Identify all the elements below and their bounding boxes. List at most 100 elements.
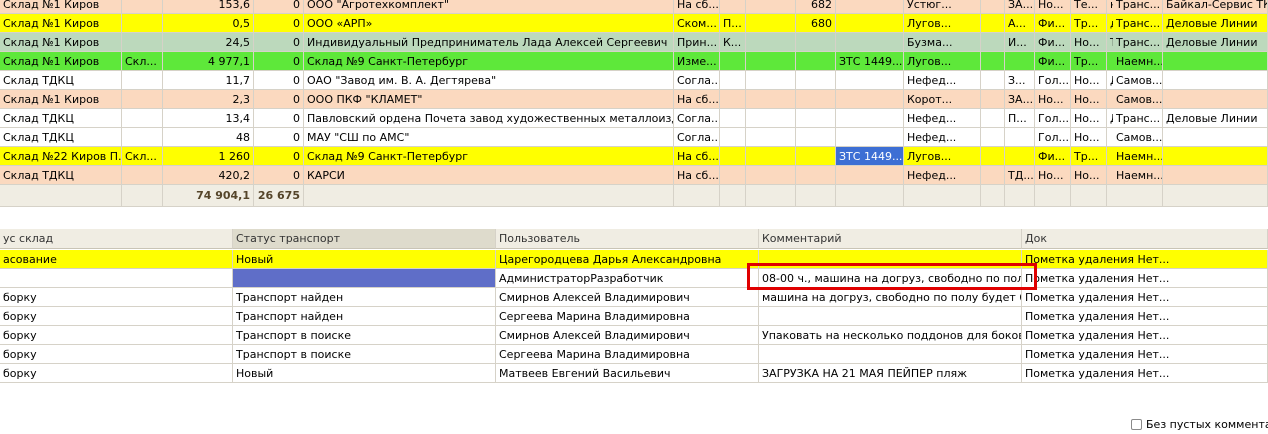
table-cell: Корот... xyxy=(904,90,981,109)
table-cell: 11,7 xyxy=(163,71,254,90)
comment-cell: Царегородцева Дарья Александровна xyxy=(496,250,759,269)
col-header-doc[interactable]: Док xyxy=(1022,229,1268,249)
table-cell: Транс... xyxy=(1113,109,1163,128)
table-cell: Но... xyxy=(1071,71,1107,90)
table-cell: Байкал-Сервис ТК xyxy=(1163,0,1268,14)
table-cell: Индивидуальный Предприниматель Лада Алек… xyxy=(304,33,674,52)
table-cell: Склад №1 Киров xyxy=(0,0,122,14)
comment-row[interactable]: АдминистраторРазработчик 08-00 ч., машина… xyxy=(0,269,1268,288)
table-cell: Скл... xyxy=(122,52,163,71)
comment-cell: Пометка удаления Нет... xyxy=(1022,326,1268,345)
table-cell xyxy=(720,166,746,185)
table-cell: Самов... xyxy=(1113,90,1163,109)
table-cell: 0 xyxy=(254,147,304,166)
table-cell: 48 xyxy=(163,128,254,147)
table-row[interactable]: Склад №1 Киров Скл... 4 977,1 0 Склад №9 Сан… xyxy=(0,52,1268,71)
comment-row[interactable]: борку Транспорт найден Сергеева Марина Вла… xyxy=(0,307,1268,326)
table-row[interactable]: Склад №1 Киров 2,3 0 ООО ПКФ "КЛАМЕТ" На сб.… xyxy=(0,90,1268,109)
table-cell: Фи... xyxy=(1035,14,1071,33)
table-cell: Тр... xyxy=(1071,147,1107,166)
table-cell xyxy=(1163,71,1268,90)
table-cell: Деловые Линии xyxy=(1163,109,1268,128)
table-cell xyxy=(981,90,1005,109)
table-cell xyxy=(746,52,796,71)
comment-cell: борку xyxy=(0,288,233,307)
col-header-user[interactable]: Пользователь xyxy=(496,229,759,249)
table-row[interactable]: Склад №1 Киров 153,6 0 ООО "Агротехкомплект… xyxy=(0,0,1268,14)
table-cell: 0 xyxy=(254,14,304,33)
table-row[interactable]: Склад ТДКЦ 420,2 0 КАРСИ На сб... Нефед... ТД.… xyxy=(0,166,1268,185)
table-cell xyxy=(796,71,836,90)
comment-row[interactable]: борку Новый Матвеев Евгений Васильевич ЗАГР… xyxy=(0,364,1268,383)
comment-cell: Сергеева Марина Владимировна xyxy=(496,345,759,364)
total-cell xyxy=(1071,185,1107,207)
table-cell xyxy=(720,71,746,90)
total-cell xyxy=(0,185,122,207)
comment-cell: Пометка удаления Нет... xyxy=(1022,345,1268,364)
table-row[interactable]: Склад ТДКЦ 13,4 0 Павловский ордена Почета … xyxy=(0,109,1268,128)
table-cell: На сб... xyxy=(674,0,720,14)
total-cell xyxy=(1005,185,1035,207)
table-cell: Склад №9 Санкт-Петербург xyxy=(304,147,674,166)
col-header-comment[interactable]: Комментарий xyxy=(759,229,1022,249)
table-cell: ЗА... xyxy=(1005,90,1035,109)
comment-cell: борку xyxy=(0,326,233,345)
table-cell: 24,5 xyxy=(163,33,254,52)
total-second: 26 675 xyxy=(254,185,304,207)
table-row[interactable]: Склад №22 Киров П... Скл... 1 260 0 Склад №9… xyxy=(0,147,1268,166)
table-row[interactable]: Склад №1 Киров 24,5 0 Индивидуальный Предпр… xyxy=(0,33,1268,52)
table-cell xyxy=(746,147,796,166)
total-cell xyxy=(1163,185,1268,207)
table-cell: Нефед... xyxy=(904,128,981,147)
comment-cell: Смирнов Алексей Владимирович xyxy=(496,326,759,345)
comment-cell: машина на догруз, свободно по полу будет… xyxy=(759,288,1022,307)
table-cell: Согла... xyxy=(674,128,720,147)
comment-cell xyxy=(759,345,1022,364)
table-cell xyxy=(746,166,796,185)
table-cell: К... xyxy=(720,33,746,52)
comment-row[interactable]: асование Новый Царегородцева Дарья Алексан… xyxy=(0,250,1268,269)
table-cell: Но... xyxy=(1071,90,1107,109)
table-cell xyxy=(720,128,746,147)
table-cell: ООО "Агротехкомплект" xyxy=(304,0,674,14)
table-cell: А... xyxy=(1005,14,1035,33)
comment-row[interactable]: борку Транспорт в поиске Смирнов Алексей В… xyxy=(0,326,1268,345)
table-cell xyxy=(122,71,163,90)
table-cell xyxy=(746,90,796,109)
table-cell: Те... xyxy=(1071,0,1107,14)
table-cell xyxy=(1163,128,1268,147)
comment-cell xyxy=(233,269,496,288)
table-cell: 0 xyxy=(254,128,304,147)
table-cell xyxy=(122,128,163,147)
table-cell: Склад ТДКЦ xyxy=(0,71,122,90)
table-cell: Склад ТДКЦ xyxy=(0,109,122,128)
table-cell xyxy=(836,71,904,90)
table-cell xyxy=(836,90,904,109)
table-cell: 0 xyxy=(254,166,304,185)
filter-bar: Без пустых комментари xyxy=(0,207,1268,431)
col-header-status-transport[interactable]: Статус транспорт xyxy=(233,229,496,249)
table-cell: Изме... xyxy=(674,52,720,71)
col-header-status-sklad[interactable]: ус склад xyxy=(0,229,233,249)
table-cell: Гол... xyxy=(1035,128,1071,147)
table-cell: Деловые Линии xyxy=(1163,33,1268,52)
table-cell: 0 xyxy=(254,33,304,52)
comment-row[interactable]: борку Транспорт в поиске Сергеева Марина В… xyxy=(0,345,1268,364)
table-cell: ТД... xyxy=(1005,166,1035,185)
table-row[interactable]: Склад ТДКЦ 11,7 0 ОАО "Завод им. В. А. Дегт… xyxy=(0,71,1268,90)
table-cell: З... xyxy=(1005,71,1035,90)
table-cell: Деловые Линии xyxy=(1163,14,1268,33)
table-cell: Но... xyxy=(1071,109,1107,128)
table-row[interactable]: Склад №1 Киров 0,5 0 ООО «АРП» Ском... П... 68… xyxy=(0,14,1268,33)
table-cell: МАУ "СШ по АМС" xyxy=(304,128,674,147)
table-cell: Наемн... xyxy=(1113,166,1163,185)
comment-row[interactable]: борку Транспорт найден Смирнов Алексей Вла… xyxy=(0,288,1268,307)
table-cell xyxy=(1163,147,1268,166)
comment-cell: Упаковать на несколько поддонов для боко… xyxy=(759,326,1022,345)
table-cell: 4 977,1 xyxy=(163,52,254,71)
table-cell: П... xyxy=(1005,109,1035,128)
table-cell: Нефед... xyxy=(904,71,981,90)
table-row[interactable]: Склад ТДКЦ 48 0 МАУ "СШ по АМС" Согла... Нефе… xyxy=(0,128,1268,147)
table-cell xyxy=(1163,90,1268,109)
table-cell xyxy=(981,52,1005,71)
